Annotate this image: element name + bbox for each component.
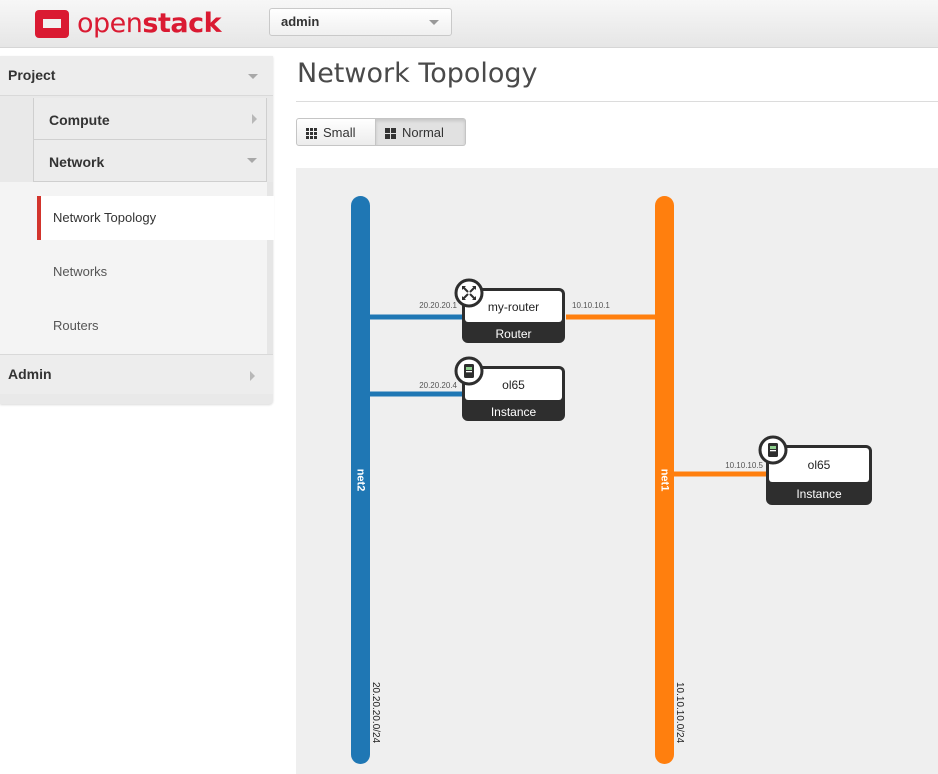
- instance-type-label: Instance: [491, 405, 537, 419]
- chevron-down-icon: [248, 74, 258, 79]
- top-header: openstack admin: [0, 0, 938, 48]
- panel-group-network[interactable]: Network: [33, 140, 267, 182]
- router-name: my-router: [488, 300, 539, 314]
- dashboard-admin[interactable]: Admin: [0, 354, 273, 394]
- network-topology-canvas: net2 net1 20.20.20.0/24 10.10.10.0/24 20…: [296, 168, 938, 774]
- network-name-net2: net2: [355, 469, 367, 492]
- network-name-net1: net1: [659, 469, 671, 492]
- openstack-logo-icon: [35, 10, 69, 38]
- instance-name: ol65: [808, 458, 831, 472]
- port-ip-label: 10.10.10.5: [725, 461, 763, 470]
- instance-name: ol65: [502, 378, 525, 392]
- small-view-button[interactable]: Small: [296, 118, 376, 146]
- instance-node[interactable]: ol65 Instance: [758, 435, 872, 505]
- panel-group-network-label: Network: [49, 154, 105, 170]
- sidebar-item-networks[interactable]: Networks: [37, 250, 273, 294]
- panel-group-compute-label: Compute: [49, 112, 110, 128]
- dashboard-project[interactable]: Project: [0, 56, 273, 96]
- router-icon: [454, 278, 484, 308]
- instance-type-label: Instance: [796, 487, 842, 501]
- chevron-down-icon: [247, 158, 257, 163]
- normal-view-button[interactable]: Normal: [376, 118, 466, 146]
- openstack-logo[interactable]: openstack: [35, 8, 222, 39]
- panel-group-compute[interactable]: Compute: [33, 98, 267, 140]
- network-cidr-net2: 20.20.20.0/24: [370, 682, 381, 744]
- port-ip-label: 10.10.10.1: [572, 301, 610, 310]
- dashboard-admin-label: Admin: [8, 366, 52, 382]
- router-node[interactable]: my-router Router: [454, 278, 565, 343]
- instance-node[interactable]: ol65 Instance: [454, 356, 565, 421]
- title-divider: [296, 101, 938, 102]
- router-type-label: Router: [495, 327, 531, 341]
- sidebar-item-routers[interactable]: Routers: [37, 304, 273, 348]
- grid-large-icon: [385, 128, 396, 139]
- port-ip-label: 20.20.20.1: [419, 301, 457, 310]
- normal-view-label: Normal: [402, 125, 444, 140]
- page-title: Network Topology: [297, 58, 538, 89]
- project-switcher-value: admin: [281, 14, 320, 29]
- chevron-right-icon: [250, 371, 255, 381]
- small-view-label: Small: [323, 125, 356, 140]
- sidebar-item-network-topology[interactable]: Network Topology: [37, 196, 274, 240]
- dashboard-project-label: Project: [8, 67, 56, 83]
- port-ip-label: 20.20.20.4: [419, 381, 457, 390]
- server-icon: [758, 435, 788, 465]
- project-switcher-select[interactable]: admin: [269, 8, 452, 36]
- server-icon: [454, 356, 484, 386]
- chevron-right-icon: [252, 114, 257, 124]
- openstack-wordmark: openstack: [77, 8, 222, 39]
- network-cidr-net1: 10.10.10.0/24: [674, 682, 685, 744]
- chevron-down-icon: [429, 20, 439, 25]
- topology-graph: net2 net1 20.20.20.0/24 10.10.10.0/24 20…: [351, 196, 872, 764]
- grid-small-icon: [306, 128, 317, 139]
- sidebar: Project Compute Network Network Topology…: [0, 56, 274, 404]
- view-size-toggle: Small Normal: [296, 118, 466, 146]
